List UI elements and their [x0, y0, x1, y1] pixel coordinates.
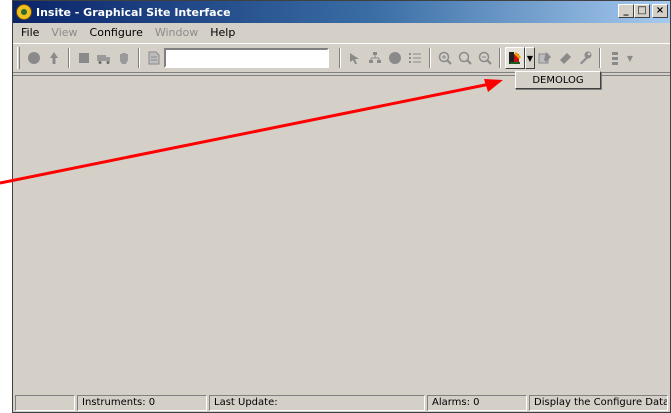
tree-button[interactable]	[365, 47, 385, 69]
list-button[interactable]	[405, 47, 425, 69]
pointer-icon	[350, 53, 359, 64]
circle-icon	[389, 52, 401, 64]
chevron-down-icon: ▼	[626, 53, 634, 63]
status-last-update: Last Update:	[209, 395, 425, 411]
app-window: Insite - Graphical Site Interface _ □ × …	[12, 0, 671, 413]
minimize-button[interactable]: _	[618, 4, 634, 18]
title-bar: Insite - Graphical Site Interface _ □ ×	[13, 1, 670, 23]
workspace-area[interactable]	[13, 75, 670, 395]
search-input[interactable]	[164, 48, 329, 68]
zoom-out-button[interactable]	[475, 47, 495, 69]
tree-icon	[369, 52, 381, 63]
toolbar-grip[interactable]	[17, 47, 20, 69]
chevron-down-icon: ▼	[526, 53, 534, 63]
zoom-out-icon	[478, 51, 492, 65]
truck-icon	[97, 55, 110, 64]
marker-button[interactable]	[555, 47, 575, 69]
pen-icon	[538, 52, 551, 64]
truck-button[interactable]	[94, 47, 114, 69]
marker-icon	[560, 53, 571, 64]
configure-database-button[interactable]	[505, 47, 525, 69]
pointer-button[interactable]	[345, 47, 365, 69]
menu-file[interactable]: File	[15, 26, 45, 39]
status-panel-empty	[15, 395, 75, 411]
status-instruments: Instruments: 0	[77, 395, 207, 411]
record-button[interactable]	[24, 47, 44, 69]
hand-button[interactable]	[114, 47, 134, 69]
menu-view[interactable]: View	[45, 26, 83, 39]
window-title: Insite - Graphical Site Interface	[36, 5, 231, 19]
configure-database-dropdown[interactable]: ▼	[525, 47, 535, 69]
doc-icon	[148, 51, 160, 65]
pen-button[interactable]	[535, 47, 555, 69]
dropdown-menu-item-demolog[interactable]: DEMOLOG	[515, 71, 601, 89]
menu-help[interactable]: Help	[204, 26, 241, 39]
zoom-in-button[interactable]	[435, 47, 455, 69]
stop-button[interactable]	[74, 47, 94, 69]
status-bar: Instruments: 0 Last Update: Alarms: 0 Di…	[13, 395, 670, 412]
options-dropdown[interactable]: ▼	[625, 47, 635, 69]
node-button[interactable]	[385, 47, 405, 69]
hand-icon	[120, 53, 128, 64]
stop-icon	[79, 53, 89, 63]
wrench-icon	[580, 51, 592, 65]
options-button[interactable]	[605, 47, 625, 69]
list-icon	[409, 53, 421, 63]
wrench-button[interactable]	[575, 47, 595, 69]
toolbar: ▼ ▼	[13, 43, 670, 73]
menu-window[interactable]: Window	[149, 26, 204, 39]
circle-icon	[28, 52, 40, 64]
status-alarms: Alarms: 0	[427, 395, 527, 411]
app-logo-icon	[16, 4, 32, 20]
doc-button[interactable]	[144, 47, 164, 69]
zoom-in-icon	[438, 51, 452, 65]
up-arrow-icon	[50, 52, 58, 64]
menu-bar: File View Configure Window Help	[13, 23, 670, 41]
list-icon	[612, 52, 618, 65]
maximize-button[interactable]: □	[634, 4, 650, 18]
menu-configure[interactable]: Configure	[84, 26, 149, 39]
close-button[interactable]: ×	[652, 4, 668, 18]
zoom-icon	[458, 51, 472, 65]
up-button[interactable]	[44, 47, 64, 69]
configure-database-icon	[509, 52, 521, 64]
status-hint: Display the Configure Datab	[529, 395, 668, 411]
zoom-button[interactable]	[455, 47, 475, 69]
